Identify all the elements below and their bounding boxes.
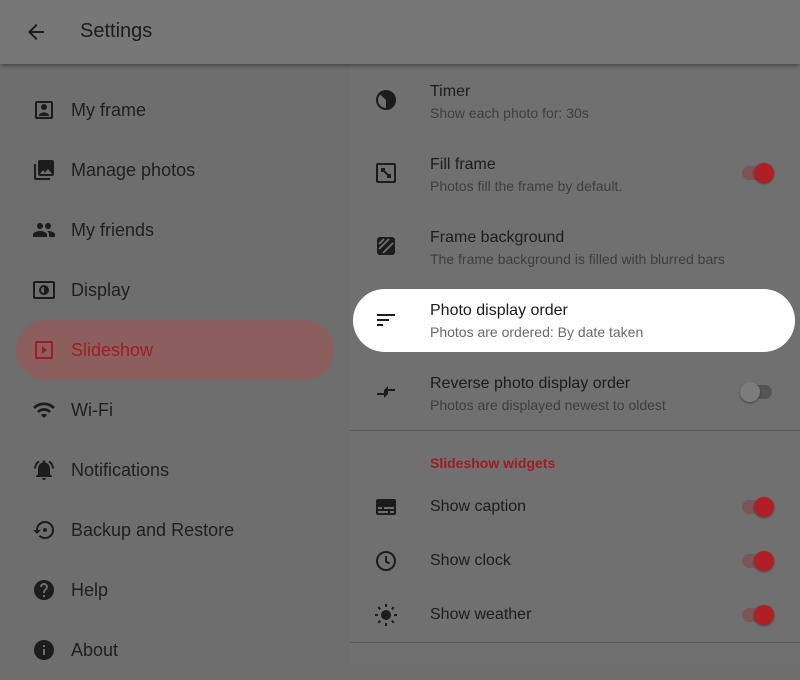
toggle-thumb: [754, 551, 774, 571]
nav-item-label: Slideshow: [71, 339, 154, 360]
account-box-icon: [35, 101, 53, 119]
nav-item-label: My friends: [71, 219, 155, 240]
setting-subtitle: Photos are ordered: By date taken: [430, 324, 644, 340]
page-title: Settings: [80, 20, 153, 42]
setting-subtitle: Photos fill the frame by default.: [430, 178, 623, 194]
setting-subtitle: The frame background is filled with blur…: [430, 251, 725, 267]
setting-title: Show caption: [430, 498, 527, 515]
reverse-order-toggle[interactable]: [740, 380, 774, 404]
nav-item-my-frame[interactable]: My frame: [16, 80, 334, 140]
people-icon: [33, 223, 55, 237]
fill-frame-toggle[interactable]: [740, 161, 774, 185]
nav-item-wifi[interactable]: Wi-Fi: [16, 380, 334, 440]
setting-frame-background[interactable]: Frame background The frame background is…: [350, 210, 800, 283]
setting-timer[interactable]: Timer Show each photo for: 30s: [350, 64, 800, 137]
info-icon: [34, 640, 54, 660]
subtitles-icon: [376, 499, 396, 515]
setting-photo-display-order[interactable]: Photo display order Photos are ordered: …: [353, 289, 795, 352]
setting-title: Reverse photo display order: [430, 375, 631, 392]
divider: [350, 642, 800, 643]
slideshow-settings-panel: Timer Show each photo for: 30s Fill fram…: [350, 64, 800, 665]
texture-icon: [377, 237, 395, 255]
nav-item-backup-restore[interactable]: Backup and Restore: [16, 500, 334, 560]
setting-title: Photo display order: [430, 302, 568, 319]
nav-item-label: Backup and Restore: [71, 519, 235, 540]
nav-item-label: Help: [71, 579, 109, 600]
sun-icon: [375, 604, 397, 626]
nav-item-about[interactable]: About: [16, 620, 334, 680]
toggle-thumb: [740, 382, 760, 402]
show-caption-toggle[interactable]: [740, 495, 774, 519]
app-bar: Settings: [0, 0, 800, 64]
setting-subtitle: Show each photo for: 30s: [430, 105, 589, 121]
restore-icon: [33, 521, 54, 539]
setting-subtitle: Photos are displayed newest to oldest: [430, 397, 666, 413]
notifications-bell-icon: [34, 460, 54, 480]
setting-title: Show clock: [430, 552, 511, 569]
help-icon: [34, 580, 54, 600]
nav-item-notifications[interactable]: Notifications: [16, 440, 334, 500]
nav-item-manage-photos[interactable]: Manage photos: [16, 140, 334, 200]
show-weather-toggle[interactable]: [740, 603, 774, 627]
brightness-display-icon: [33, 281, 55, 299]
setting-show-weather[interactable]: Show weather: [350, 588, 800, 642]
sort-icon: [377, 314, 395, 326]
setting-fill-frame[interactable]: Fill frame Photos fill the frame by defa…: [350, 137, 800, 210]
nav-item-label: My frame: [71, 99, 147, 120]
settings-nav: My frame Manage photos My friends Displa…: [0, 64, 350, 665]
toggle-thumb: [754, 497, 774, 517]
arrow-back-icon: [28, 24, 44, 40]
divider: [350, 430, 800, 431]
setting-title: Fill frame: [430, 156, 496, 173]
setting-title: Show weather: [430, 606, 532, 623]
nav-item-display[interactable]: Display: [16, 260, 334, 320]
nav-item-label: Notifications: [71, 459, 170, 480]
section-header-widgets: Slideshow widgets: [430, 455, 556, 471]
nav-item-help[interactable]: Help: [16, 560, 334, 620]
photo-library-icon: [34, 160, 54, 180]
timer-icon: [376, 90, 396, 110]
setting-title: Frame background: [430, 229, 565, 246]
wifi-icon: [33, 402, 55, 418]
toggle-thumb: [754, 163, 774, 183]
nav-item-label: About: [71, 639, 119, 660]
nav-item-label: Wi-Fi: [71, 399, 113, 420]
nav-item-label: Display: [71, 279, 131, 300]
setting-show-clock[interactable]: Show clock: [350, 534, 800, 588]
setting-show-caption[interactable]: Show caption: [350, 480, 800, 534]
back-button[interactable]: [16, 12, 56, 52]
swap-arrows-icon: [377, 386, 395, 398]
slideshow-icon: [35, 341, 53, 359]
show-clock-toggle[interactable]: [740, 549, 774, 573]
nav-item-my-friends[interactable]: My friends: [16, 200, 334, 260]
nav-item-slideshow[interactable]: Slideshow: [16, 320, 334, 380]
setting-reverse-order[interactable]: Reverse photo display order Photos are d…: [350, 356, 800, 429]
clock-icon: [376, 551, 396, 571]
fit-screen-icon: [376, 163, 396, 183]
toggle-thumb: [754, 605, 774, 625]
setting-title: Timer: [430, 83, 471, 100]
nav-item-label: Manage photos: [71, 159, 196, 180]
